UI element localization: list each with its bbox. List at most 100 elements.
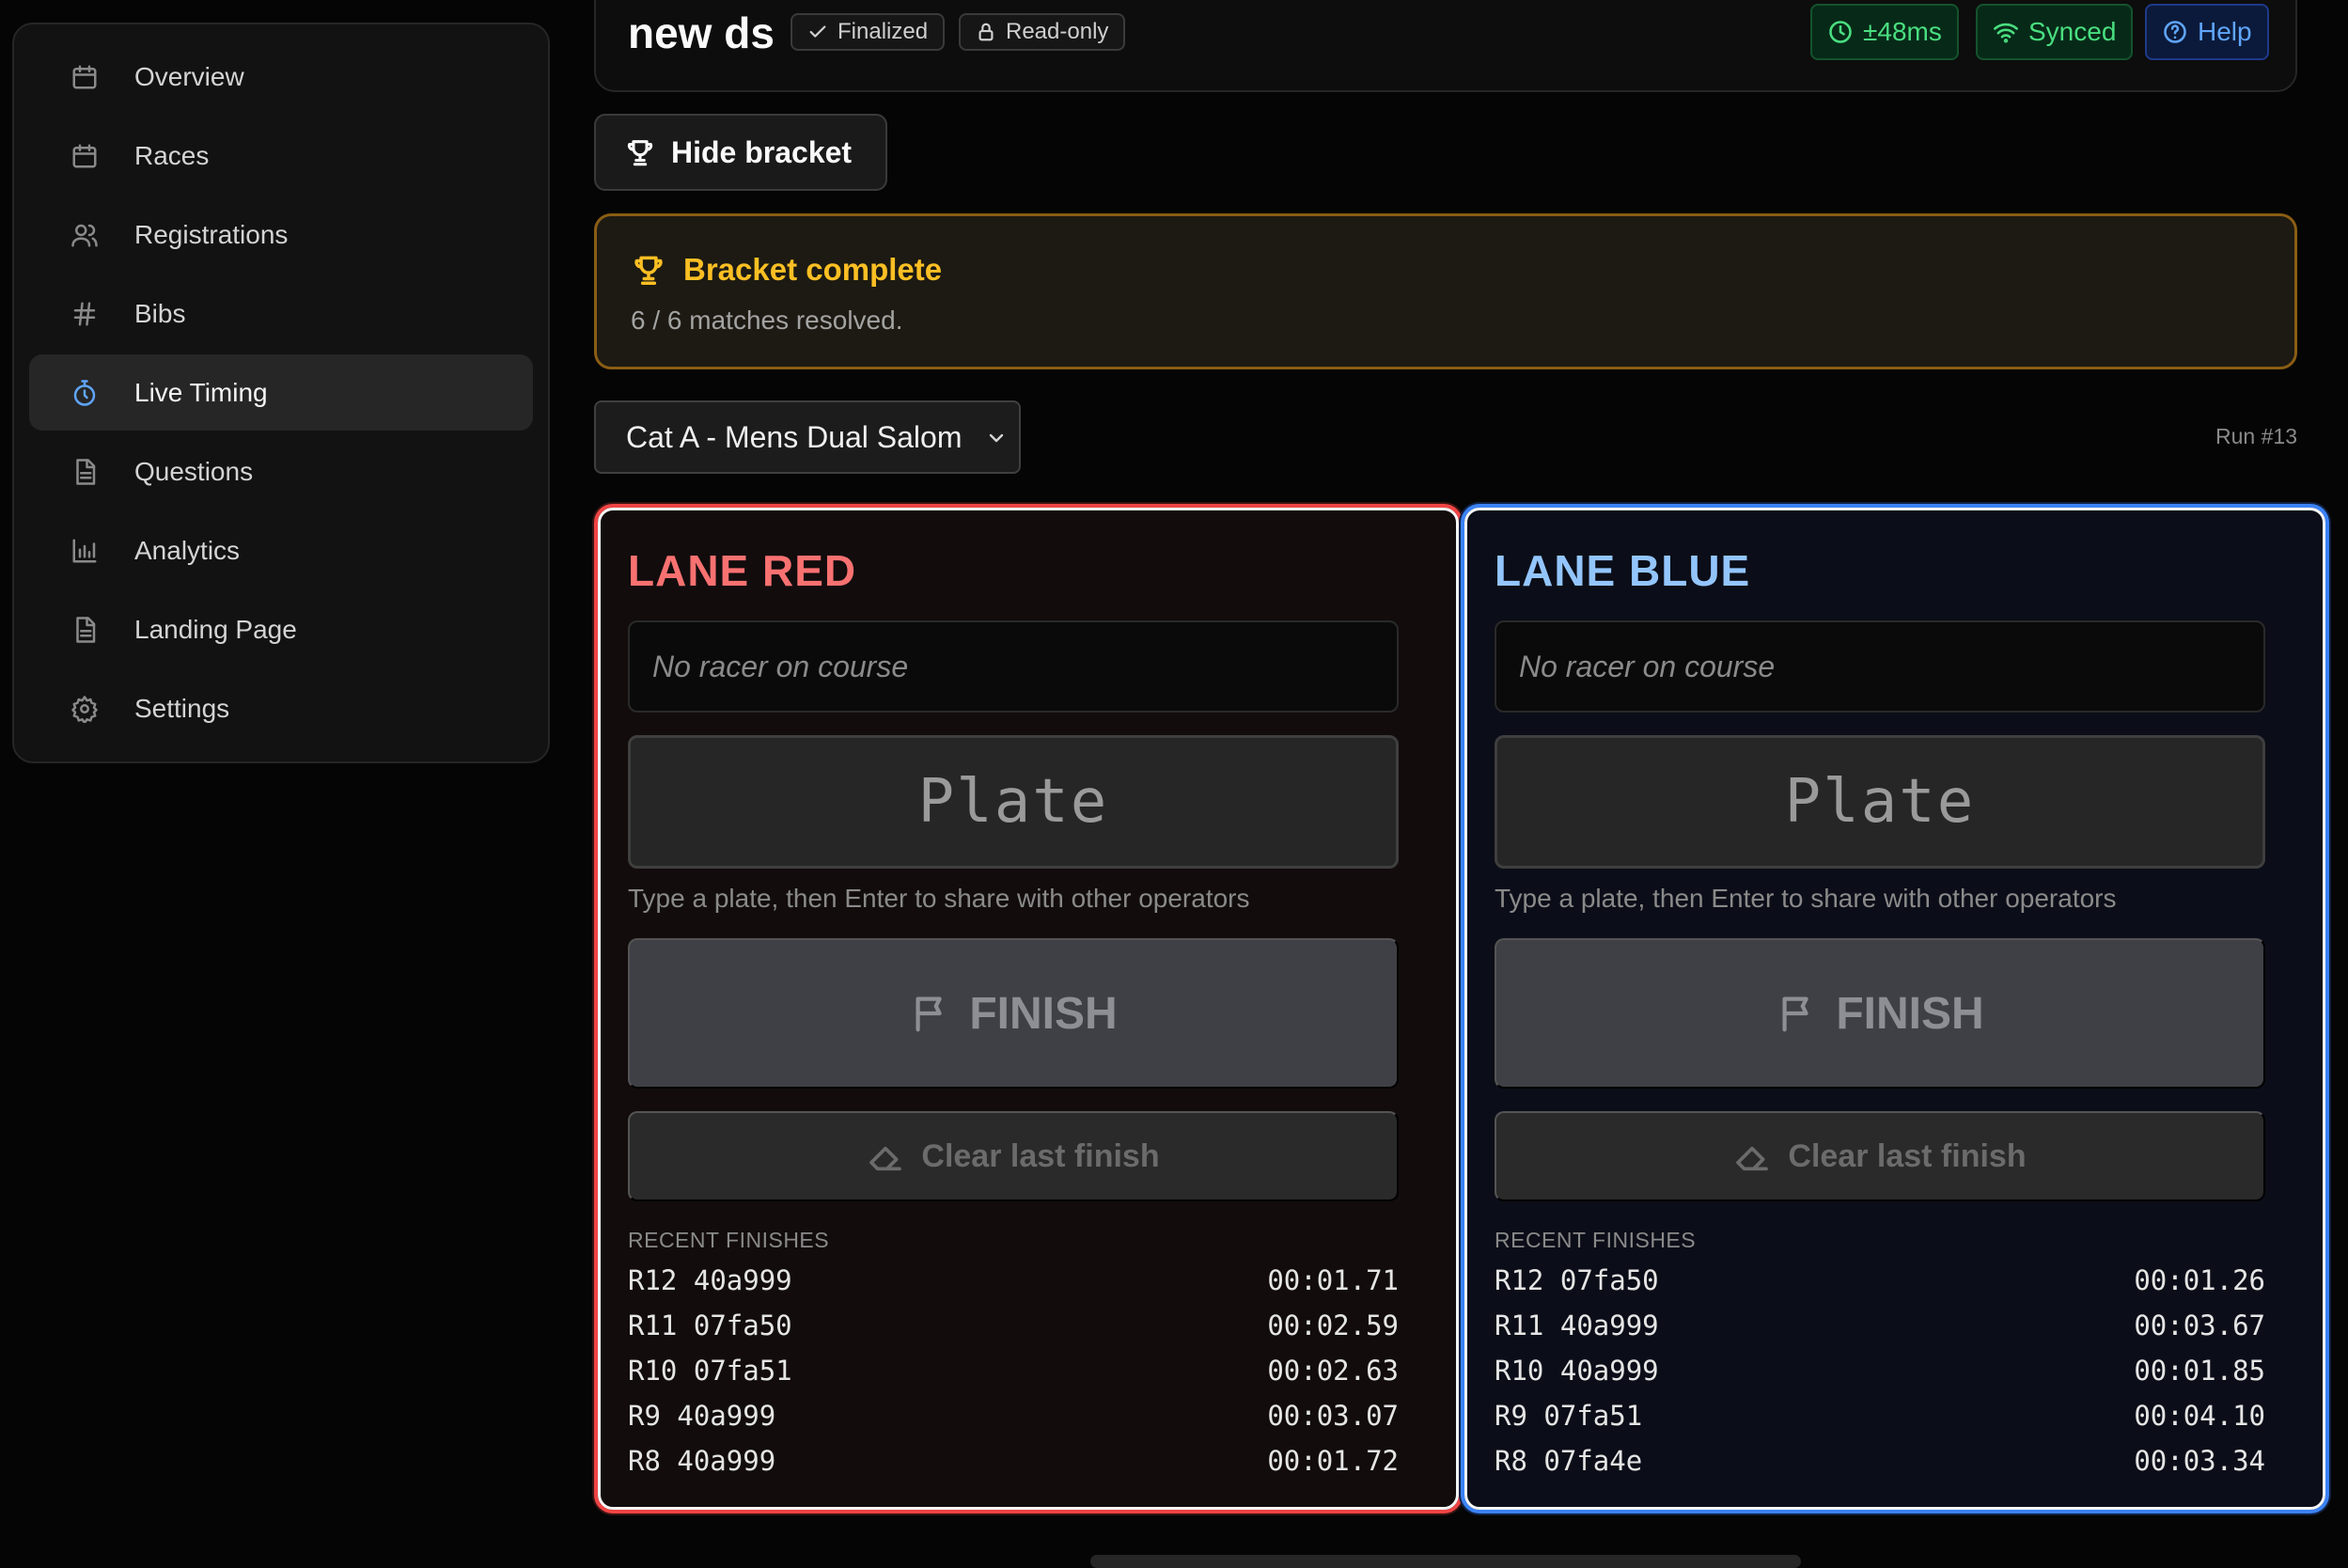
finish-time: 00:02.63 [1267,1355,1399,1387]
lane-title: LANE BLUE [1495,546,1751,595]
clear-last-finish-button[interactable]: Clear last finish [1495,1111,2265,1201]
run-id: R11 [1495,1309,1544,1341]
sidebar-item-label: Analytics [134,535,241,565]
check-icon [809,25,826,38]
eraser-icon [1736,1146,1769,1171]
recent-finishes-heading: RECENT FINISHES [628,1228,830,1252]
bracket-status-banner: Bracket complete 6 / 6 matches resolved. [594,213,2297,369]
eraser-icon [869,1146,902,1171]
list-item: R11 40a999 00:03.67 [1495,1303,2265,1348]
list-item: R9 07fa51 00:04.10 [1495,1393,2265,1438]
sidebar-item-label: Questions [134,456,254,486]
sidebar-item-label: Races [134,140,210,170]
sidebar-item-overview[interactable]: Overview [29,39,533,115]
finish-time: 00:01.72 [1267,1445,1399,1477]
lock-icon [978,23,994,41]
plate-id: 40a999 [677,1400,776,1432]
sidebar-item-label: Landing Page [134,614,297,644]
sidebar-item-questions[interactable]: Questions [29,433,533,510]
plate-hint: Type a plate, then Enter to share with o… [1495,884,2117,913]
finish-time: 00:02.59 [1267,1309,1399,1341]
scroll-indicator[interactable] [1090,1555,1801,1568]
list-item: R10 07fa51 00:02.63 [628,1348,1399,1393]
run-id: R12 [1495,1264,1544,1296]
sync-status[interactable]: Synced [1976,4,2134,60]
plate-id: 40a999 [1559,1309,1659,1341]
category-select[interactable]: Cat A - Mens Dual Salom [594,400,1021,474]
page-header: new ds Finalized Read-only ±48ms Synced … [594,0,2297,92]
readonly-label: Read-only [1006,19,1109,44]
flag-icon [916,996,943,1032]
plate-id: 07fa50 [1559,1264,1659,1296]
plate-hint: Type a plate, then Enter to share with o… [628,884,1250,913]
run-id: R12 [628,1264,678,1296]
bracket-title: Bracket complete [631,252,942,288]
lane-red-panel: LANE RED No racer on course Plate Type a… [594,504,1463,1513]
sidebar-item-analytics[interactable]: Analytics [29,512,533,588]
page-title: new ds [628,8,775,57]
readonly-badge: Read-only [959,13,1126,51]
finish-button[interactable]: FINISH [1495,938,2265,1089]
hide-bracket-label: Hide bracket [671,134,853,169]
run-id: R8 [1495,1445,1527,1477]
recent-finishes-list: R12 40a999 00:01.71 R11 07fa50 00:02.59 R1… [628,1258,1399,1483]
help-icon [2164,21,2186,43]
sidebar-item-bibs[interactable]: Bibs [29,275,533,352]
finalized-label: Finalized [837,19,929,44]
run-id: R10 [628,1355,678,1387]
finish-label: FINISH [1836,988,1984,1039]
help-button[interactable]: Help [2145,4,2269,60]
lane-title: LANE RED [628,546,857,595]
plate-id: 40a999 [693,1264,792,1296]
finalized-badge: Finalized [790,13,946,51]
run-id: R9 [1495,1400,1527,1432]
finish-time: 00:04.10 [2134,1400,2265,1432]
list-item: R12 40a999 00:01.71 [628,1258,1399,1303]
sidebar-item-settings[interactable]: Settings [29,670,533,746]
racer-on-course: No racer on course [1495,620,2265,713]
list-item: R12 07fa50 00:01.26 [1495,1258,2265,1303]
list-item: R11 07fa50 00:02.59 [628,1303,1399,1348]
plate-id: 40a999 [1559,1355,1659,1387]
list-item: R8 07fa4e 00:03.34 [1495,1438,2265,1483]
sidebar-item-label: Registrations [134,219,289,249]
list-item: R8 40a999 00:01.72 [628,1438,1399,1483]
clear-last-finish-button[interactable]: Clear last finish [628,1111,1399,1201]
run-number: Run #13 [2215,424,2297,448]
plate-input[interactable]: Plate [1495,735,2265,869]
plate-input[interactable]: Plate [628,735,1399,869]
trophy-icon [634,256,663,285]
stopwatch-icon [69,377,101,409]
sidebar-item-label: Overview [134,61,244,91]
bar-chart-icon [69,535,101,567]
calendar-icon [69,61,101,93]
users-icon [69,219,101,251]
hide-bracket-button[interactable]: Hide bracket [594,114,887,191]
clock-icon [1829,21,1852,43]
sidebar-item-races[interactable]: Races [29,118,533,194]
racer-on-course: No racer on course [628,620,1399,713]
sidebar: Overview Races Registrations Bibs Live T… [12,23,550,763]
hash-icon [69,298,101,330]
sidebar-item-landing-page[interactable]: Landing Page [29,591,533,667]
latency-label: ±48ms [1863,17,1942,46]
finish-button[interactable]: FINISH [628,938,1399,1089]
help-label: Help [2198,17,2252,46]
sidebar-item-live-timing[interactable]: Live Timing [29,354,533,431]
document-icon [69,456,101,488]
finish-label: FINISH [969,988,1118,1039]
sidebar-item-label: Live Timing [134,377,268,407]
finish-time: 00:01.26 [2134,1264,2265,1296]
finish-time: 00:01.71 [1267,1264,1399,1296]
finish-time: 00:03.67 [2134,1309,2265,1341]
trophy-icon [627,140,653,166]
latency-indicator[interactable]: ±48ms [1810,4,1959,60]
finish-time: 00:01.85 [2134,1355,2265,1387]
sidebar-item-label: Bibs [134,298,186,328]
sidebar-item-registrations[interactable]: Registrations [29,196,533,273]
calendar-icon [69,140,101,172]
finish-time: 00:03.34 [2134,1445,2265,1477]
plate-id: 07fa4e [1543,1445,1643,1477]
plate-id: 07fa51 [1543,1400,1643,1432]
plate-id: 07fa50 [693,1309,792,1341]
